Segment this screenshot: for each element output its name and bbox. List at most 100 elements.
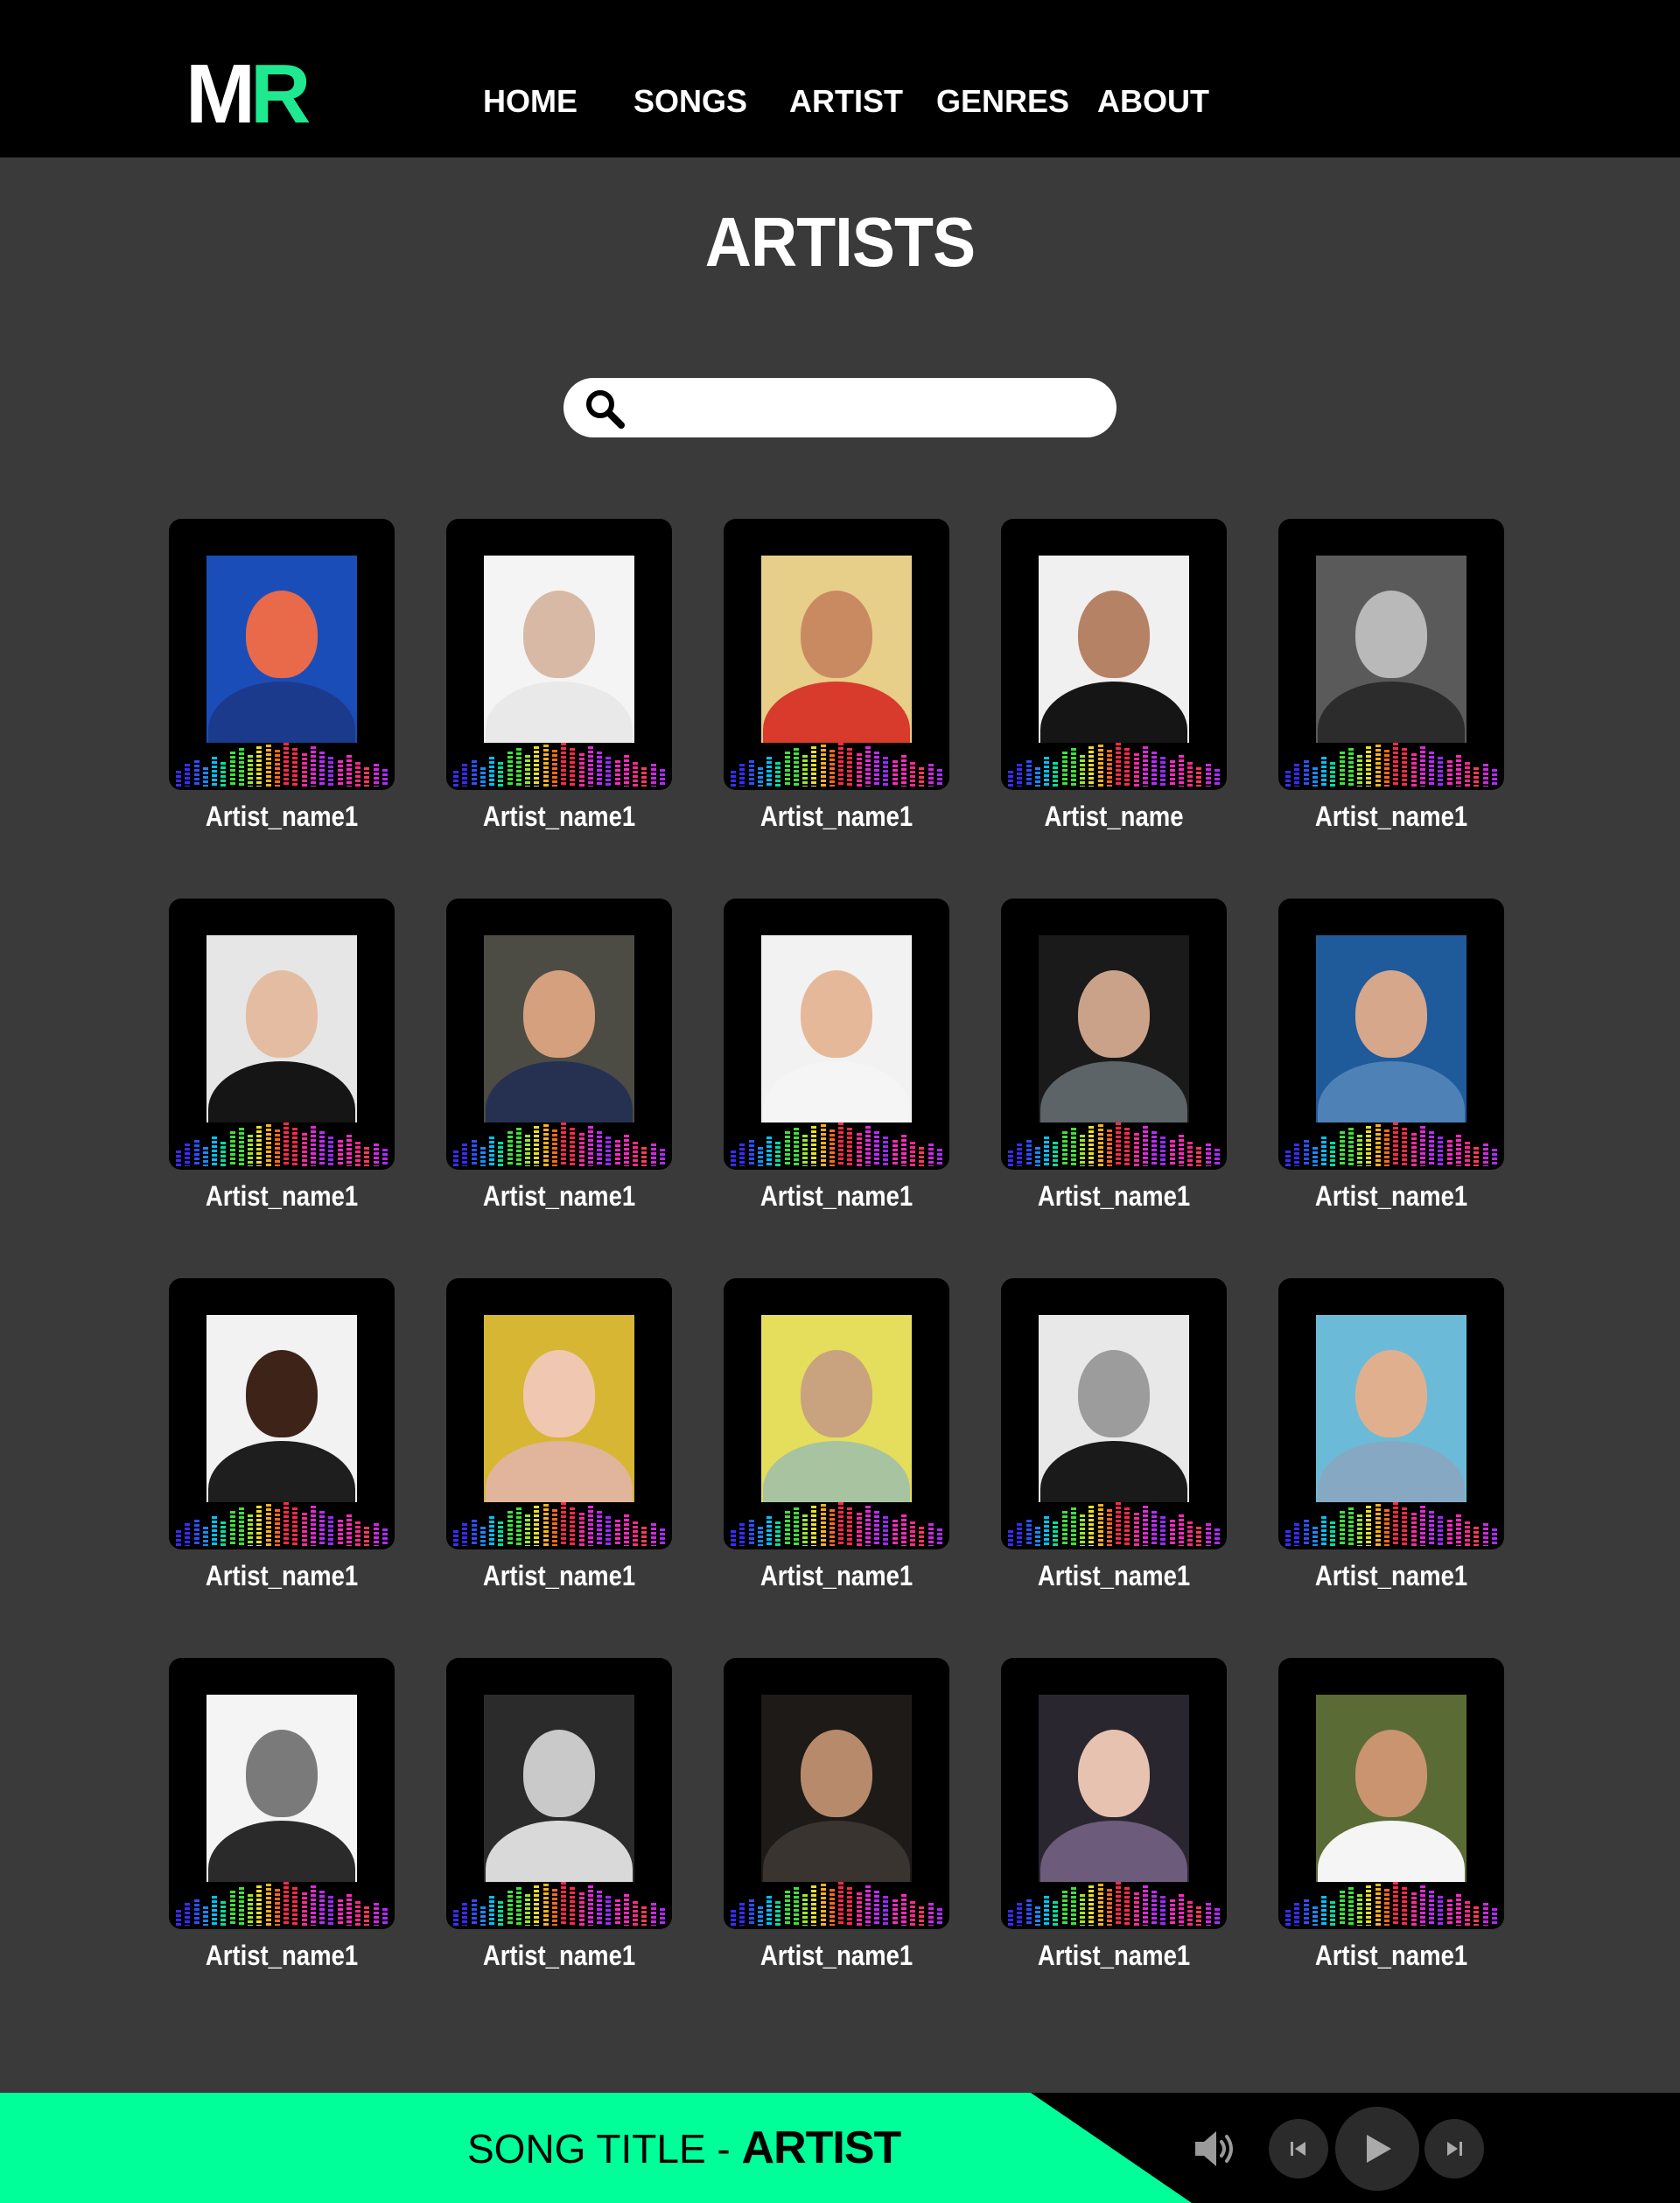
artist-name[interactable]: Artist_name1 — [739, 1939, 934, 1972]
header: MR HOME SONGS ARTIST GENRES ABOUT — [0, 0, 1680, 157]
artist-card[interactable] — [1001, 899, 1227, 1170]
search-bar[interactable] — [564, 378, 1116, 437]
artist-card[interactable] — [169, 899, 395, 1170]
equalizer-graphic — [176, 1119, 388, 1166]
artist-card[interactable] — [446, 899, 672, 1170]
artist-name[interactable]: Artist_name1 — [1294, 800, 1488, 833]
nav-songs[interactable]: SONGS — [634, 84, 747, 119]
artist-name[interactable]: Artist_name1 — [1294, 1559, 1488, 1592]
artist-name[interactable]: Artist_name1 — [185, 1559, 379, 1592]
equalizer-graphic — [731, 1878, 942, 1926]
artist-card[interactable] — [724, 519, 949, 790]
equalizer-graphic — [1285, 1119, 1497, 1166]
artist-card[interactable] — [1001, 519, 1227, 790]
equalizer-graphic — [176, 1878, 388, 1926]
artist-card[interactable] — [169, 1658, 395, 1929]
equalizer-graphic — [731, 1499, 942, 1546]
equalizer-graphic — [1008, 739, 1220, 787]
artist-photo — [1039, 1315, 1189, 1502]
artist-card[interactable] — [446, 519, 672, 790]
artist-photo — [484, 935, 634, 1122]
equalizer-graphic — [1008, 1119, 1220, 1166]
equalizer-graphic — [453, 1878, 665, 1926]
equalizer-graphic — [1008, 1499, 1220, 1546]
artist-photo — [484, 1315, 634, 1502]
artist-name[interactable]: Artist_name1 — [462, 1559, 656, 1592]
artist-photo — [1039, 1695, 1189, 1882]
song-artist: ARTIST — [741, 2123, 902, 2173]
artist-card[interactable] — [724, 899, 949, 1170]
artist-photo — [761, 1315, 912, 1502]
artist-photo — [761, 935, 912, 1122]
logo-letter-m: M — [186, 47, 256, 141]
search-icon[interactable] — [583, 387, 626, 430]
artist-name[interactable]: Artist_name1 — [1294, 1179, 1488, 1213]
artist-card[interactable] — [1278, 899, 1504, 1170]
equalizer-graphic — [731, 1119, 942, 1166]
artist-name[interactable]: Artist_name — [1017, 800, 1211, 833]
page-title: ARTISTS — [704, 203, 976, 281]
artist-card[interactable] — [724, 1658, 949, 1929]
equalizer-graphic — [1285, 1499, 1497, 1546]
logo[interactable]: MR — [186, 52, 311, 136]
artist-card[interactable] — [169, 519, 395, 790]
artist-photo — [484, 556, 634, 743]
artist-photo — [206, 935, 357, 1122]
artist-name[interactable]: Artist_name1 — [739, 1559, 934, 1592]
nav-about[interactable]: ABOUT — [1097, 84, 1209, 119]
equalizer-graphic — [453, 739, 665, 787]
artist-card[interactable] — [1001, 1658, 1227, 1929]
artist-photo — [1039, 935, 1189, 1122]
previous-icon — [1291, 2142, 1306, 2156]
artist-name[interactable]: Artist_name1 — [462, 800, 656, 833]
volume-icon[interactable] — [1192, 2128, 1241, 2170]
play-button[interactable] — [1335, 2107, 1419, 2191]
artist-name[interactable]: Artist_name1 — [739, 1179, 934, 1213]
equalizer-graphic — [176, 1499, 388, 1546]
nav-artist[interactable]: ARTIST — [789, 84, 903, 119]
artist-photo — [1316, 1695, 1466, 1882]
artist-photo — [1316, 556, 1466, 743]
equalizer-graphic — [176, 739, 388, 787]
artist-name[interactable]: Artist_name1 — [185, 1179, 379, 1213]
artist-photo — [206, 556, 357, 743]
artist-name[interactable]: Artist_name1 — [1017, 1939, 1211, 1972]
next-icon — [1447, 2142, 1462, 2156]
artist-name[interactable]: Artist_name1 — [1017, 1559, 1211, 1592]
search-input[interactable] — [639, 387, 1094, 429]
equalizer-graphic — [1008, 1878, 1220, 1926]
artist-card[interactable] — [1278, 1658, 1504, 1929]
equalizer-graphic — [1285, 739, 1497, 787]
artist-card[interactable] — [446, 1278, 672, 1549]
artist-card[interactable] — [446, 1658, 672, 1929]
artist-photo — [1039, 556, 1189, 743]
nav-home[interactable]: HOME — [483, 84, 578, 119]
equalizer-graphic — [731, 739, 942, 787]
artist-card[interactable] — [724, 1278, 949, 1549]
previous-button[interactable] — [1269, 2119, 1328, 2179]
artist-name[interactable]: Artist_name1 — [1294, 1939, 1488, 1972]
song-title: SONG TITLE - — [467, 2126, 742, 2172]
artist-card[interactable] — [1278, 1278, 1504, 1549]
artist-name[interactable]: Artist_name1 — [462, 1179, 656, 1213]
artist-card[interactable] — [1278, 519, 1504, 790]
nav-genres[interactable]: GENRES — [936, 84, 1069, 119]
equalizer-graphic — [453, 1119, 665, 1166]
artist-name[interactable]: Artist_name1 — [462, 1939, 656, 1972]
next-button[interactable] — [1424, 2119, 1484, 2179]
artist-card[interactable] — [169, 1278, 395, 1549]
logo-letter-r: R — [249, 47, 311, 141]
artist-photo — [206, 1315, 357, 1502]
artist-name[interactable]: Artist_name1 — [1017, 1179, 1211, 1213]
now-playing: SONG TITLE - ARTIST — [467, 2117, 902, 2179]
artist-card[interactable] — [1001, 1278, 1227, 1549]
artist-photo — [1316, 935, 1466, 1122]
play-icon — [1367, 2135, 1391, 2163]
artist-photo — [1316, 1315, 1466, 1502]
equalizer-graphic — [1285, 1878, 1497, 1926]
artist-photo — [206, 1695, 357, 1882]
artist-name[interactable]: Artist_name1 — [185, 1939, 379, 1972]
artist-name[interactable]: Artist_name1 — [739, 800, 934, 833]
artist-name[interactable]: Artist_name1 — [185, 800, 379, 833]
artist-photo — [484, 1695, 634, 1882]
